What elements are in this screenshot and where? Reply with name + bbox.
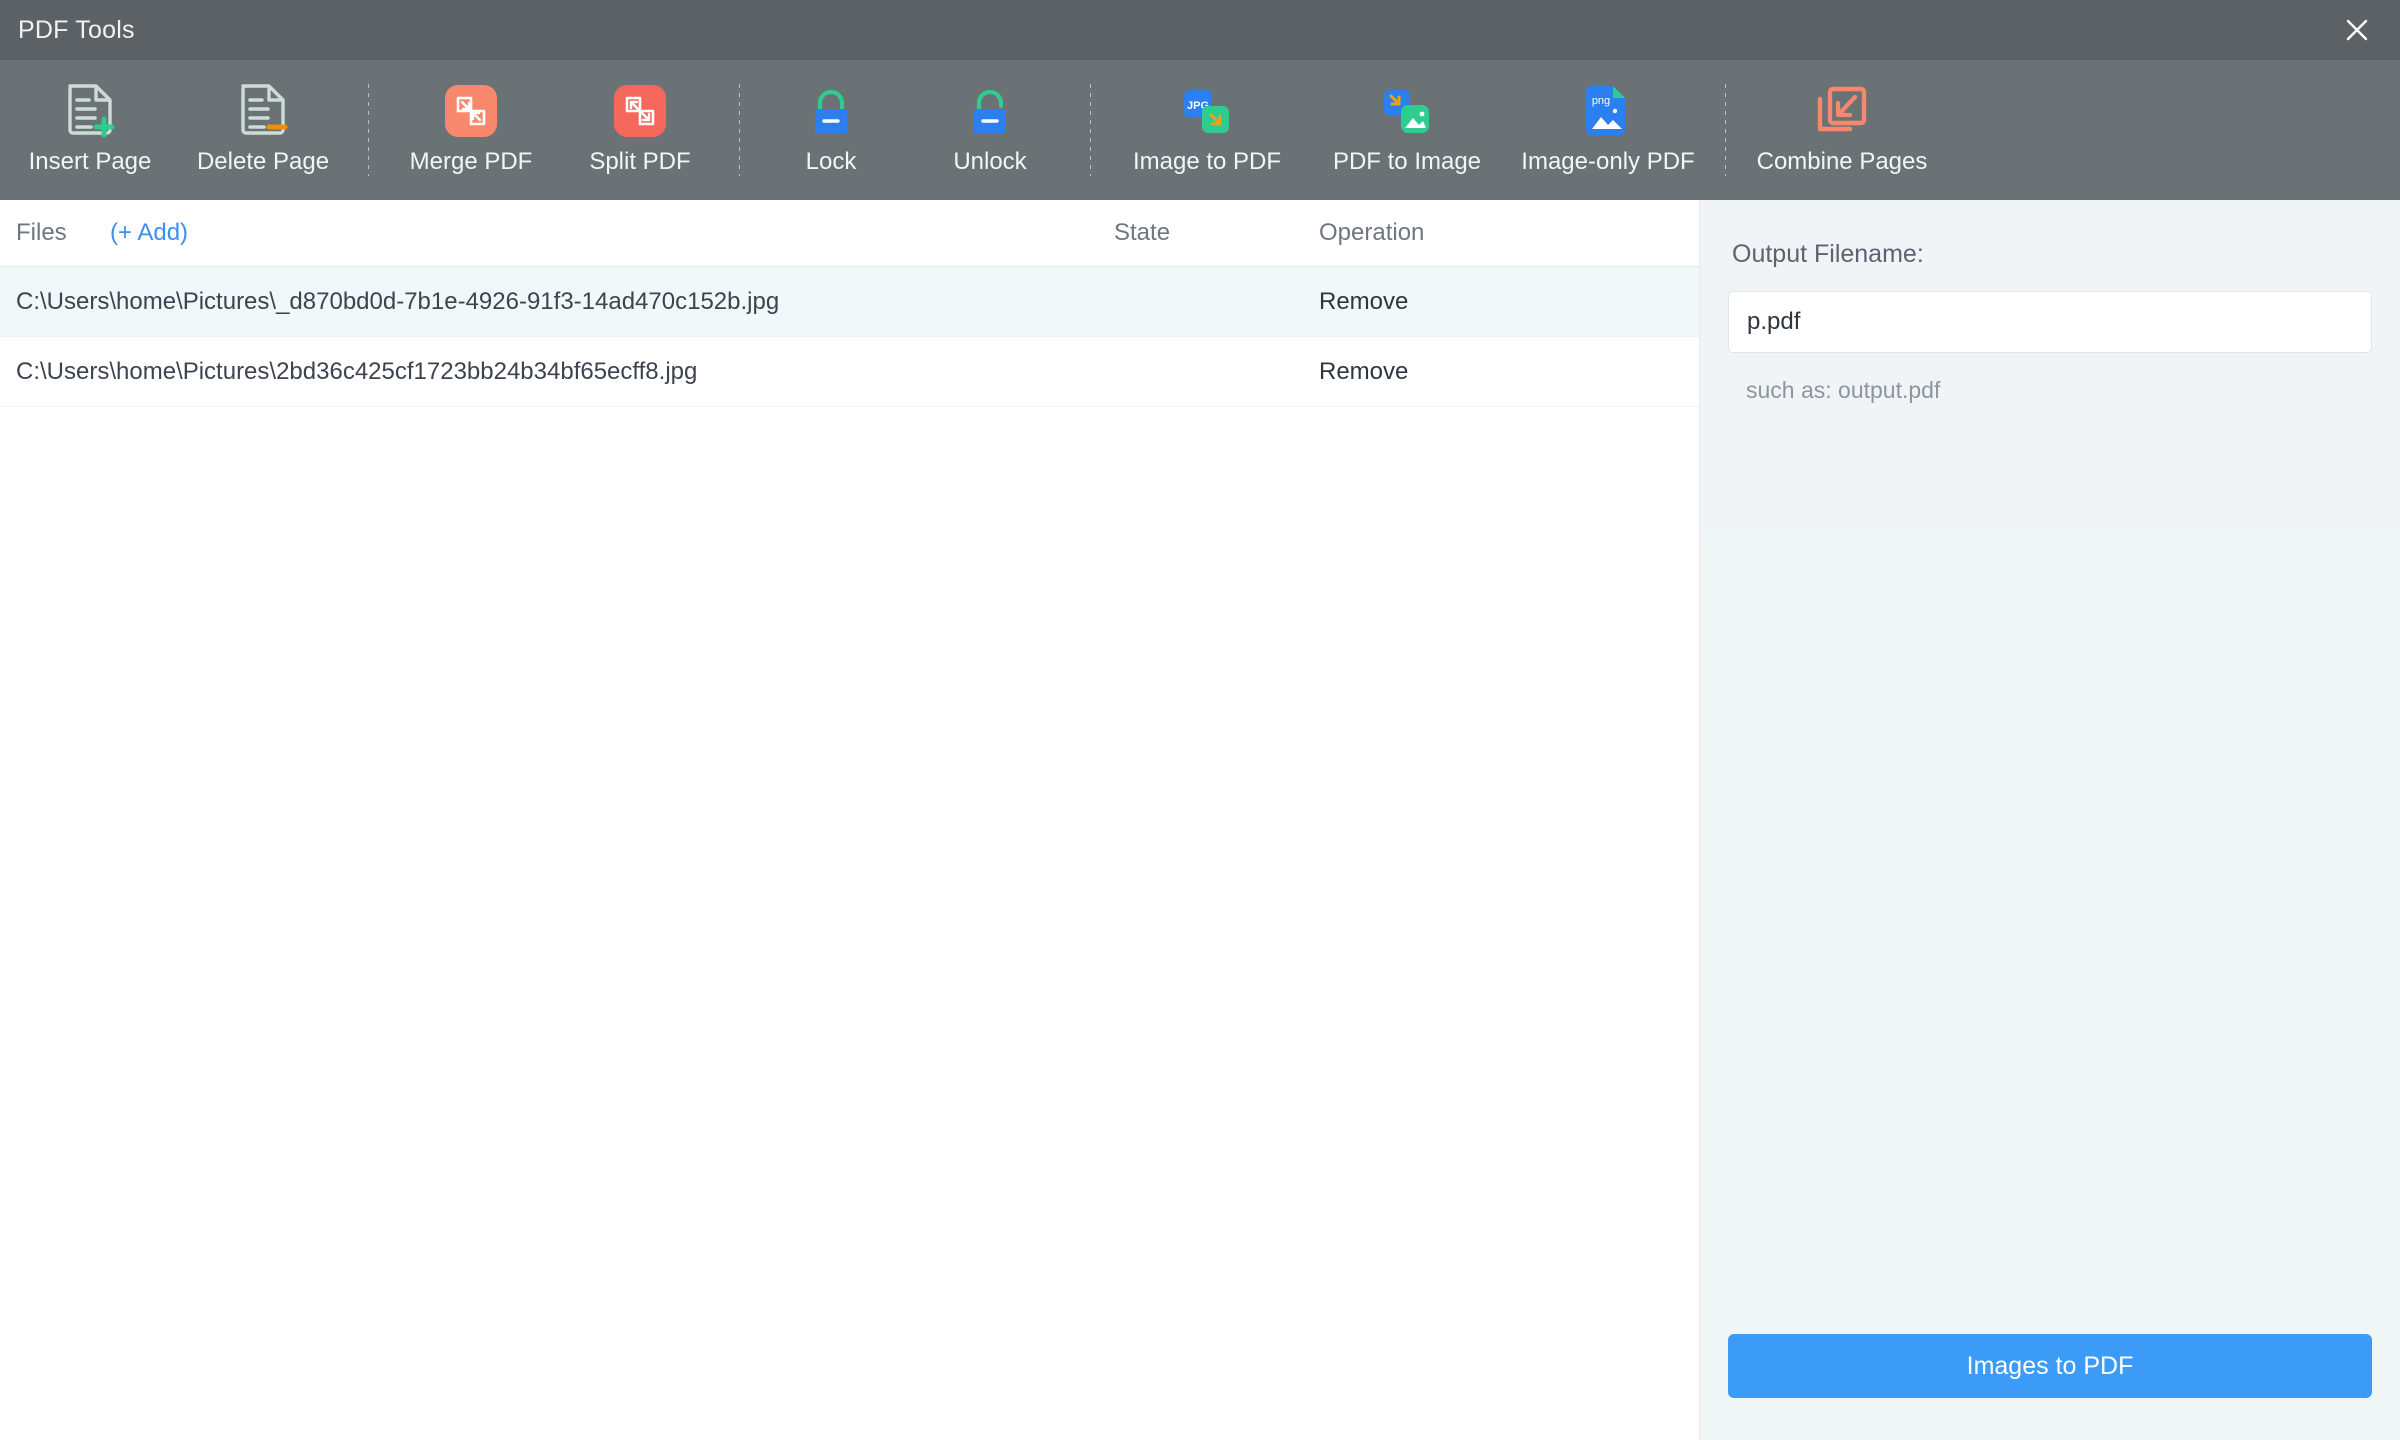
toolbar-item-label: Unlock — [953, 148, 1027, 175]
title-bar: PDF Tools — [0, 0, 2400, 60]
split-pdf-icon — [609, 80, 671, 142]
toolbar-item-label: Merge PDF — [409, 148, 533, 175]
toolbar-item-unlock[interactable]: Unlock — [906, 60, 1074, 200]
file-list-panel: Files (+ Add) State Operation C:\Users\h… — [0, 200, 1700, 1440]
toolbar-item-insert-page[interactable]: Insert Page — [6, 60, 174, 200]
output-filename-input[interactable] — [1728, 291, 2372, 353]
toolbar-item-label: Image-only PDF — [1521, 148, 1695, 175]
toolbar-item-label: PDF to Image — [1332, 148, 1482, 175]
remove-file-button[interactable]: Remove — [1319, 288, 1699, 316]
add-files-link[interactable]: (+ Add) — [110, 219, 188, 247]
file-list-header: Files (+ Add) State Operation — [0, 200, 1699, 267]
document-minus-icon — [232, 80, 294, 142]
file-list-body: C:\Users\home\Pictures\_d870bd0d-7b1e-49… — [0, 267, 1699, 1440]
pdf-to-image-icon — [1376, 80, 1438, 142]
lock-closed-icon — [800, 80, 862, 142]
output-settings-section: Output Filename: such as: output.pdf — [1700, 200, 2400, 530]
options-panel: Output Filename: such as: output.pdf Ima… — [1700, 200, 2400, 1440]
toolbar-item-merge-pdf[interactable]: Merge PDF — [385, 60, 557, 200]
jpg-to-pdf-icon: JPG — [1176, 80, 1238, 142]
main-content: Files (+ Add) State Operation C:\Users\h… — [0, 200, 2400, 1440]
png-document-icon: png — [1577, 80, 1639, 142]
remove-file-button[interactable]: Remove — [1319, 358, 1699, 386]
document-plus-icon — [59, 80, 121, 142]
column-header-state: State — [1114, 219, 1171, 246]
output-filename-hint: such as: output.pdf — [1746, 377, 1941, 403]
toolbar-item-label: Split PDF — [589, 148, 691, 175]
close-icon — [2346, 19, 2368, 41]
column-header-files: Files — [16, 219, 67, 246]
column-header-operation: Operation — [1319, 219, 1425, 246]
toolbar-item-split-pdf[interactable]: Split PDF — [557, 60, 723, 200]
toolbar-item-label: Lock — [805, 148, 857, 175]
toolbar-separator — [739, 84, 740, 176]
window-title: PDF Tools — [18, 15, 135, 44]
action-area: Images to PDF — [1700, 1334, 2400, 1440]
toolbar-separator — [1090, 84, 1091, 176]
toolbar-separator — [1725, 84, 1726, 176]
toolbar-item-delete-page[interactable]: Delete Page — [174, 60, 352, 200]
svg-text:png: png — [1592, 95, 1610, 107]
close-button[interactable] — [2314, 0, 2400, 60]
images-to-pdf-button[interactable]: Images to PDF — [1728, 1334, 2372, 1398]
toolbar-item-label: Image to PDF — [1132, 148, 1282, 175]
panel-spacer — [1700, 530, 2400, 1334]
toolbar-item-lock[interactable]: Lock — [756, 60, 906, 200]
toolbar-item-label: Insert Page — [28, 148, 152, 175]
lock-open-icon — [959, 80, 1021, 142]
table-row[interactable]: C:\Users\home\Pictures\2bd36c425cf1723bb… — [0, 337, 1699, 407]
toolbar-item-label: Combine Pages — [1756, 148, 1928, 175]
toolbar-item-image-only-pdf[interactable]: png Image-only PDF — [1507, 60, 1709, 200]
toolbar-item-combine-pages[interactable]: Combine Pages — [1742, 60, 1942, 200]
toolbar-separator — [368, 84, 369, 176]
toolbar-item-label: Delete Page — [196, 148, 330, 175]
table-row[interactable]: C:\Users\home\Pictures\_d870bd0d-7b1e-49… — [0, 267, 1699, 337]
merge-pdf-icon — [440, 80, 502, 142]
output-filename-label: Output Filename: — [1732, 240, 1924, 268]
combine-pages-icon — [1811, 80, 1873, 142]
file-path: C:\Users\home\Pictures\2bd36c425cf1723bb… — [16, 357, 698, 385]
toolbar-item-pdf-to-image[interactable]: PDF to Image — [1307, 60, 1507, 200]
file-path: C:\Users\home\Pictures\_d870bd0d-7b1e-49… — [16, 287, 780, 315]
toolbar-item-image-to-pdf[interactable]: JPG Image to PDF — [1107, 60, 1307, 200]
toolbar: Insert Page Delete Page Merge PDF Split … — [0, 60, 2400, 200]
